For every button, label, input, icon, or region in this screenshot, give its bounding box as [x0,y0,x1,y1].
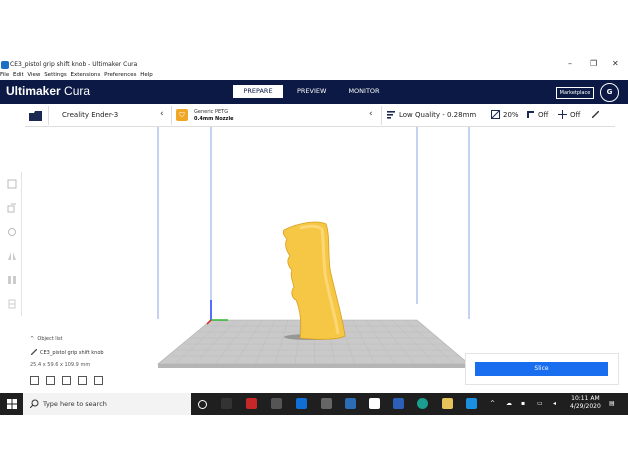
mail-icon[interactable] [296,398,307,409]
marketplace-button[interactable]: Marketplace [556,87,594,99]
object-name: CE3_pistol grip shift knob [40,350,104,356]
support-icon [527,111,534,118]
brand-logo: Ultimaker Cura [6,84,91,98]
word-icon[interactable] [393,398,404,409]
search-placeholder: Type here to search [43,400,107,408]
object-list-label: Object list [37,336,63,342]
view-right-icon[interactable] [94,376,103,385]
notification-icon[interactable]: ▤ [609,400,615,407]
support-blocker-button[interactable] [3,292,21,316]
move-tool-icon [7,179,17,189]
quality-profile-icon [387,111,395,119]
open-file-button[interactable] [25,105,47,125]
task-view-icon[interactable] [198,400,207,409]
notes-icon[interactable] [442,398,453,409]
mirror-tool-button[interactable] [3,244,21,268]
chevron-up-icon: ^ [30,336,35,342]
adhesion-value: Off [570,111,581,119]
cloud-icon[interactable]: ☁ [506,400,512,407]
cura-taskbar-icon[interactable] [466,398,477,409]
adhesion-icon [558,110,567,119]
viewport[interactable] [0,104,628,391]
edge-browser-icon[interactable] [417,398,428,409]
tab-monitor[interactable]: MONITOR [340,85,387,98]
mcafee-icon[interactable] [246,398,257,409]
move-tool-button[interactable] [3,172,21,196]
view-orientation-buttons [30,376,110,385]
slice-button[interactable]: Slice [475,362,608,376]
menu-help[interactable]: Help [140,72,153,78]
infill-value: 20% [503,111,519,119]
action-panel: Slice [465,353,619,385]
window-title-bar: CE3_pistol grip shift knob - Ultimaker C… [0,58,628,72]
scale-tool-icon [7,203,16,213]
search-icon [30,399,39,408]
object-dimensions: 25.4 x 59.6 x 109.9 mm [30,362,91,368]
tab-prepare[interactable]: PREPARE [233,85,283,98]
settings-icon[interactable] [321,398,332,409]
rotate-tool-button[interactable] [3,220,21,244]
network-icon[interactable]: ▭ [537,400,543,407]
volume-icon[interactable]: ◂ [553,400,556,407]
menu-bar: File Edit View Settings Extensions Prefe… [0,72,155,80]
tray-chevron-icon[interactable]: ^ [490,400,495,407]
window-title: CE3_pistol grip shift knob - Ultimaker C… [10,61,138,68]
chevron-left-icon[interactable]: ‹ [369,109,373,119]
maximize-button[interactable]: ❐ [590,59,597,68]
amazon-icon[interactable] [369,398,380,409]
menu-edit[interactable]: Edit [13,72,24,78]
windows-taskbar: Type here to search ^ ☁ ▪ ▭ ◂ 10:11 AM 4… [0,393,628,415]
toolbar-divider [48,106,49,125]
folder-icon [29,111,42,121]
per-model-settings-icon [8,276,16,284]
minimize-button[interactable]: – [568,59,572,68]
support-blocker-icon [8,299,16,309]
toolbar-divider [381,106,382,125]
view-left-icon[interactable] [78,376,87,385]
app-icon[interactable] [345,398,356,409]
user-avatar[interactable]: G [600,83,619,102]
extruder-icon: ⛉ [176,109,188,121]
scale-tool-button[interactable] [3,196,21,220]
menu-preferences[interactable]: Preferences [104,72,136,78]
support-value: Off [538,111,549,119]
view-top-icon[interactable] [62,376,71,385]
menu-extensions[interactable]: Extensions [71,72,101,78]
taskbar-clock[interactable]: 10:11 AM 4/29/2020 [570,395,601,411]
chevron-left-icon[interactable]: ‹ [160,109,164,119]
onedrive-icon[interactable]: ▪ [521,400,525,407]
pencil-icon [31,349,37,355]
printer-selector[interactable]: Creality Ender-3 [62,111,118,119]
store-icon[interactable] [271,398,282,409]
windows-start-icon[interactable] [7,399,17,409]
stage-tabs: PREPARE PREVIEW MONITOR [233,85,394,98]
menu-settings[interactable]: Settings [44,72,67,78]
toolbar-divider [171,106,172,125]
taskbar-search-box[interactable]: Type here to search [23,393,191,415]
clock-date: 4/29/2020 [570,403,601,410]
view-3d-icon[interactable] [30,376,39,385]
mirror-tool-icon [8,252,16,260]
per-model-settings-button[interactable] [3,268,21,292]
view-front-icon[interactable] [46,376,55,385]
print-settings-selector[interactable]: Low Quality - 0.28mm [399,111,476,119]
app-header: Ultimaker Cura PREPARE PREVIEW MONITOR M… [0,80,628,104]
tool-panel [3,172,22,316]
menu-file[interactable]: File [0,72,9,78]
close-button[interactable]: ✕ [612,59,619,68]
tab-preview[interactable]: PREVIEW [289,85,334,98]
pencil-icon[interactable] [592,111,599,118]
rotate-tool-icon [8,228,16,236]
menu-view[interactable]: View [27,72,40,78]
infill-icon [491,110,500,119]
material-name: Generic PETG [194,109,229,115]
widget-icon[interactable] [221,398,232,409]
object-list-toggle[interactable]: ^ Object list [30,336,63,342]
clock-time: 10:11 AM [571,395,600,402]
build-volume-view [157,126,470,368]
cura-app-icon [1,61,9,69]
nozzle-size: 0.4mm Nozzle [194,116,234,122]
